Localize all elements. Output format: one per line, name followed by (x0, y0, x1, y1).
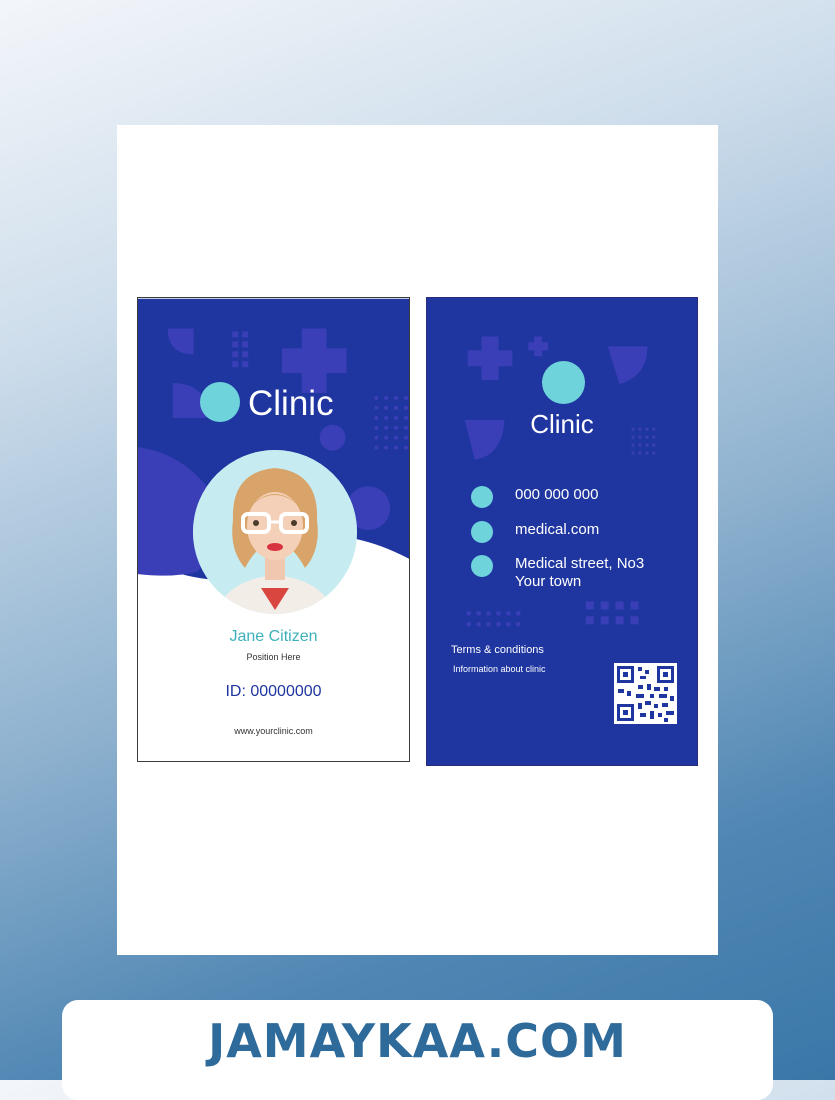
front-logo-dot (200, 382, 240, 422)
id-card-front: Clinic Jane Citizen Position Here ID: 00… (137, 297, 410, 762)
qr-code-icon (614, 663, 677, 724)
front-brand-name: Clinic (248, 384, 334, 423)
id-card-back: Clinic 000 000 000 medical.com Medical s… (426, 297, 698, 766)
employee-name: Jane Citizen (229, 628, 318, 645)
address-row: Medical street, No3 Your town (471, 555, 644, 591)
profile-photo (193, 450, 357, 614)
clinic-info-text: Information about clinic (453, 664, 546, 674)
person-portrait-icon (193, 450, 357, 614)
employee-position: Position Here (246, 652, 301, 662)
employee-id: ID: 00000000 (225, 683, 322, 700)
back-logo-dot (542, 361, 585, 404)
phone-row: 000 000 000 (471, 486, 598, 508)
email-row: medical.com (471, 521, 599, 543)
address-line-1: Medical street, No3 (515, 555, 645, 572)
address-bullet-icon (471, 555, 493, 577)
email-text: medical.com (515, 521, 600, 538)
email-bullet-icon (471, 521, 493, 543)
clinic-website: www.yourclinic.com (234, 726, 313, 736)
site-watermark: JAMAYKAA.COM (208, 1014, 627, 1068)
terms-heading: Terms & conditions (451, 644, 544, 656)
address-line-2: Your town (515, 573, 582, 590)
footer-banner: JAMAYKAA.COM (62, 1000, 773, 1100)
phone-number: 000 000 000 (515, 486, 599, 503)
phone-bullet-icon (471, 486, 493, 508)
back-brand-name: Clinic (530, 409, 594, 439)
